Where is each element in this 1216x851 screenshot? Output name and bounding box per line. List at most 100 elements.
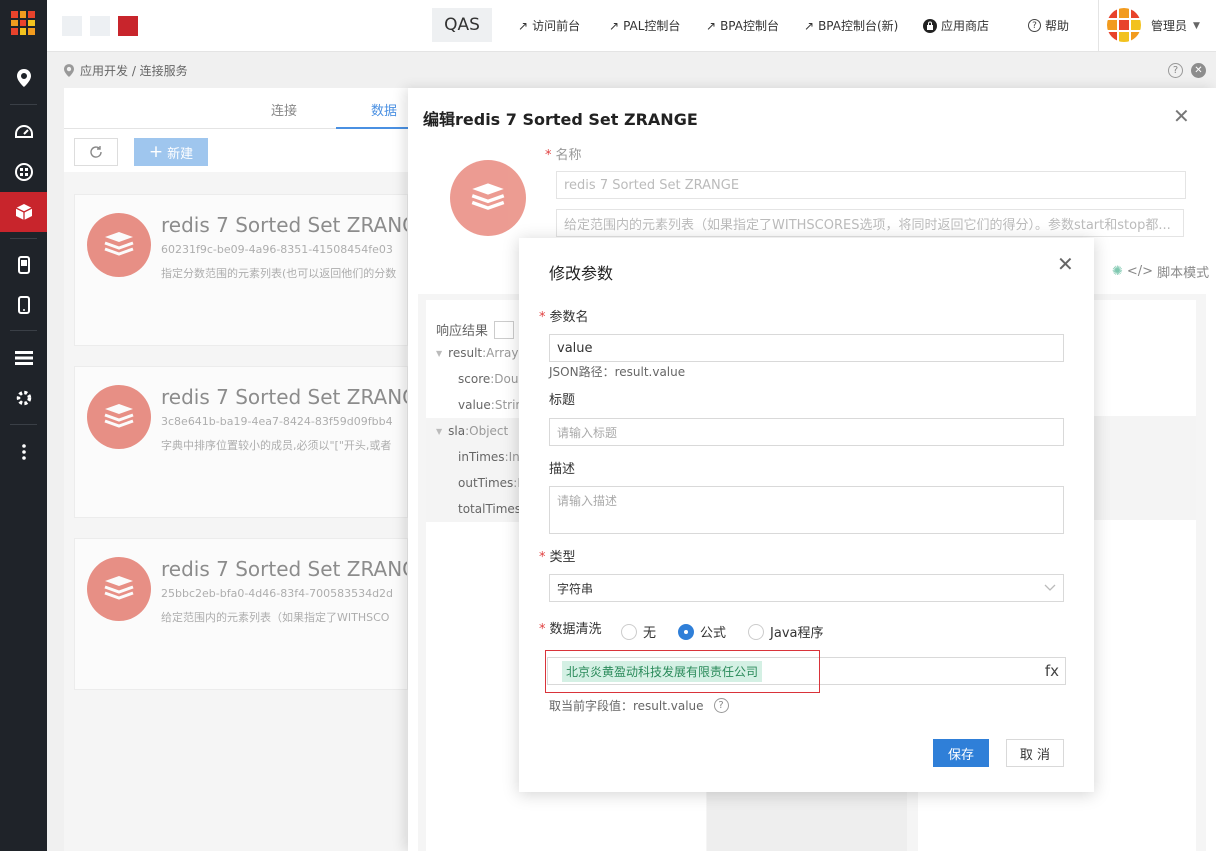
- title-label: 标题: [549, 393, 576, 408]
- cancel-button[interactable]: 取 消: [1006, 739, 1064, 767]
- tree-field-type: Dou: [494, 372, 519, 386]
- apps-circle-icon[interactable]: [0, 152, 47, 192]
- environment-label[interactable]: QAS: [432, 8, 492, 42]
- data-cleaning-label-text: 数据清洗: [549, 622, 602, 637]
- help-circle-icon[interactable]: ?: [713, 698, 729, 713]
- tree-field-name: score: [458, 372, 491, 386]
- brand-square-icon: [118, 16, 138, 36]
- card-description: 指定分数范围的元素列表(也可以返回他们的分数: [161, 267, 397, 280]
- store-bag-icon: [923, 18, 937, 33]
- app-grid-logo-icon[interactable]: [11, 11, 35, 35]
- nav-link-bpa-console-new[interactable]: ↗ BPA控制台(新): [804, 17, 898, 34]
- external-arrow-icon: ↗: [609, 18, 620, 33]
- nav-link-app-store[interactable]: 应用商店: [923, 17, 989, 34]
- title-input[interactable]: 请输入标题: [549, 418, 1064, 446]
- nav-link-label: BPA控制台(新): [818, 19, 899, 33]
- name-input[interactable]: redis 7 Sorted Set ZRANGE: [556, 171, 1186, 199]
- location-pin-icon: [64, 64, 74, 77]
- lightbulb-icon: ✺: [1112, 264, 1123, 279]
- tree-field-name: value: [458, 398, 491, 412]
- redis-stack-icon: [87, 557, 151, 621]
- nav-link-pal-console[interactable]: ↗ PAL控制台: [609, 17, 680, 34]
- response-label: 响应结果: [436, 324, 489, 339]
- connection-card[interactable]: redis 7 Sorted Set ZRANGE 60231f9c-be09-…: [74, 194, 408, 346]
- radio-circle: [621, 623, 637, 640]
- card-id: 3c8e641b-ba19-4ea7-8424-83f59d09fbb4: [161, 415, 393, 428]
- edit-param-modal: 修改参数 ✕ * 参数名 value JSON路径：result.value 标题…: [519, 238, 1094, 792]
- current-value-hint: 取当前字段值：result.value ?: [549, 697, 729, 714]
- tab-connection[interactable]: 连接: [271, 100, 297, 119]
- nav-link-help[interactable]: ? 帮助: [1028, 17, 1069, 34]
- close-icon[interactable]: ✕: [1057, 252, 1074, 276]
- connection-card[interactable]: redis 7 Sorted Set ZRANGE 25bbc2eb-bfa0-…: [74, 538, 408, 690]
- dashboard-gauge-icon[interactable]: [0, 112, 47, 152]
- refresh-button[interactable]: [74, 138, 118, 166]
- external-arrow-icon: ↗: [706, 18, 717, 33]
- close-circle-icon[interactable]: ✕: [1191, 63, 1206, 78]
- phone-icon[interactable]: [0, 285, 47, 325]
- database-stack-icon[interactable]: [0, 338, 47, 378]
- radio-formula[interactable]: 公式: [678, 622, 726, 641]
- code-icon: </>: [1126, 264, 1154, 279]
- radio-java[interactable]: Java程序: [748, 622, 824, 641]
- param-name-label-text: 参数名: [549, 310, 589, 325]
- lightbulb-icon[interactable]: [494, 320, 515, 339]
- new-button[interactable]: + 新建: [134, 138, 208, 166]
- current-value-hint-text: 取当前字段值：result.value: [549, 699, 704, 713]
- radio-none[interactable]: 无: [621, 622, 656, 641]
- user-avatar[interactable]: [1107, 8, 1141, 42]
- card-id: 25bbc2eb-bfa0-4d46-83f4-700583534d2d: [161, 587, 394, 600]
- fx-icon[interactable]: fx: [1045, 662, 1059, 680]
- card-title: redis 7 Sorted Set ZRANGE: [161, 385, 408, 409]
- nav-link-label: BPA控制台: [720, 19, 779, 33]
- breadcrumb: 应用开发 / 连接服务: [64, 62, 188, 79]
- top-bar: QAS ↗ 访问前台 ↗ PAL控制台 ↗ BPA控制台 ↗ BPA控制台(新) 应用商…: [47, 0, 1216, 52]
- external-arrow-icon: ↗: [518, 18, 529, 33]
- card-description: 字典中排序位置较小的成员,必须以"["开头,或者: [161, 439, 392, 452]
- save-button[interactable]: 保存: [933, 739, 989, 767]
- tree-field-type: Object: [469, 424, 509, 438]
- script-mode-toggle[interactable]: ✺ </> 脚本模式: [1112, 262, 1209, 281]
- redis-stack-icon: [87, 385, 151, 449]
- help-circle-icon: ?: [1028, 19, 1041, 32]
- connection-cube-icon[interactable]: [0, 192, 47, 232]
- external-arrow-icon: ↗: [804, 18, 815, 33]
- radio-circle-checked: [678, 623, 695, 640]
- nav-link-label: PAL控制台: [623, 19, 681, 33]
- user-menu[interactable]: 管理员 ▼: [1151, 17, 1200, 34]
- type-label: * 类型: [539, 546, 576, 565]
- redis-stack-icon: [87, 213, 151, 277]
- nav-link-label: 应用商店: [941, 19, 990, 33]
- mobile-device-icon[interactable]: [0, 245, 47, 285]
- more-vertical-icon[interactable]: [0, 432, 47, 472]
- card-title: redis 7 Sorted Set ZRANGE: [161, 557, 408, 581]
- plus-icon: +: [148, 141, 164, 162]
- name-label: * 名称: [545, 144, 582, 163]
- required-asterisk: *: [539, 550, 546, 565]
- caret-down-icon[interactable]: ▼: [436, 349, 442, 358]
- user-name: 管理员: [1151, 19, 1188, 33]
- data-cleaning-label: * 数据清洗: [539, 618, 602, 637]
- radio-label: 公式: [700, 626, 727, 641]
- close-icon[interactable]: ✕: [1173, 104, 1190, 128]
- type-select[interactable]: 字符串: [549, 574, 1064, 602]
- description-textarea[interactable]: 请输入描述: [549, 486, 1064, 534]
- description-input[interactable]: 给定范围内的元素列表（如果指定了WITHSCORES选项，将同时返回它们的得分）…: [556, 209, 1184, 237]
- connection-card[interactable]: redis 7 Sorted Set ZRANGE 3c8e641b-ba19-…: [74, 366, 408, 518]
- radio-label: Java程序: [770, 626, 824, 641]
- sidebar-divider: [10, 104, 37, 105]
- help-circle-icon[interactable]: ?: [1168, 63, 1183, 78]
- param-name-input[interactable]: value: [549, 334, 1064, 362]
- settings-gear-icon[interactable]: [0, 378, 47, 418]
- script-mode-label: 脚本模式: [1157, 266, 1210, 281]
- location-pin-icon[interactable]: [0, 58, 47, 98]
- nav-link-bpa-console[interactable]: ↗ BPA控制台: [706, 17, 779, 34]
- nav-link-front[interactable]: ↗ 访问前台: [518, 17, 580, 34]
- tab-data[interactable]: 数据: [371, 100, 397, 119]
- new-button-label: 新建: [167, 146, 194, 162]
- caret-down-icon[interactable]: ▼: [436, 427, 442, 436]
- drawer-title: 编辑redis 7 Sorted Set ZRANGE: [423, 110, 698, 129]
- json-path-hint: JSON路径：result.value: [549, 365, 686, 379]
- tree-field-name: outTimes: [458, 476, 514, 490]
- param-name-label: * 参数名: [539, 306, 589, 325]
